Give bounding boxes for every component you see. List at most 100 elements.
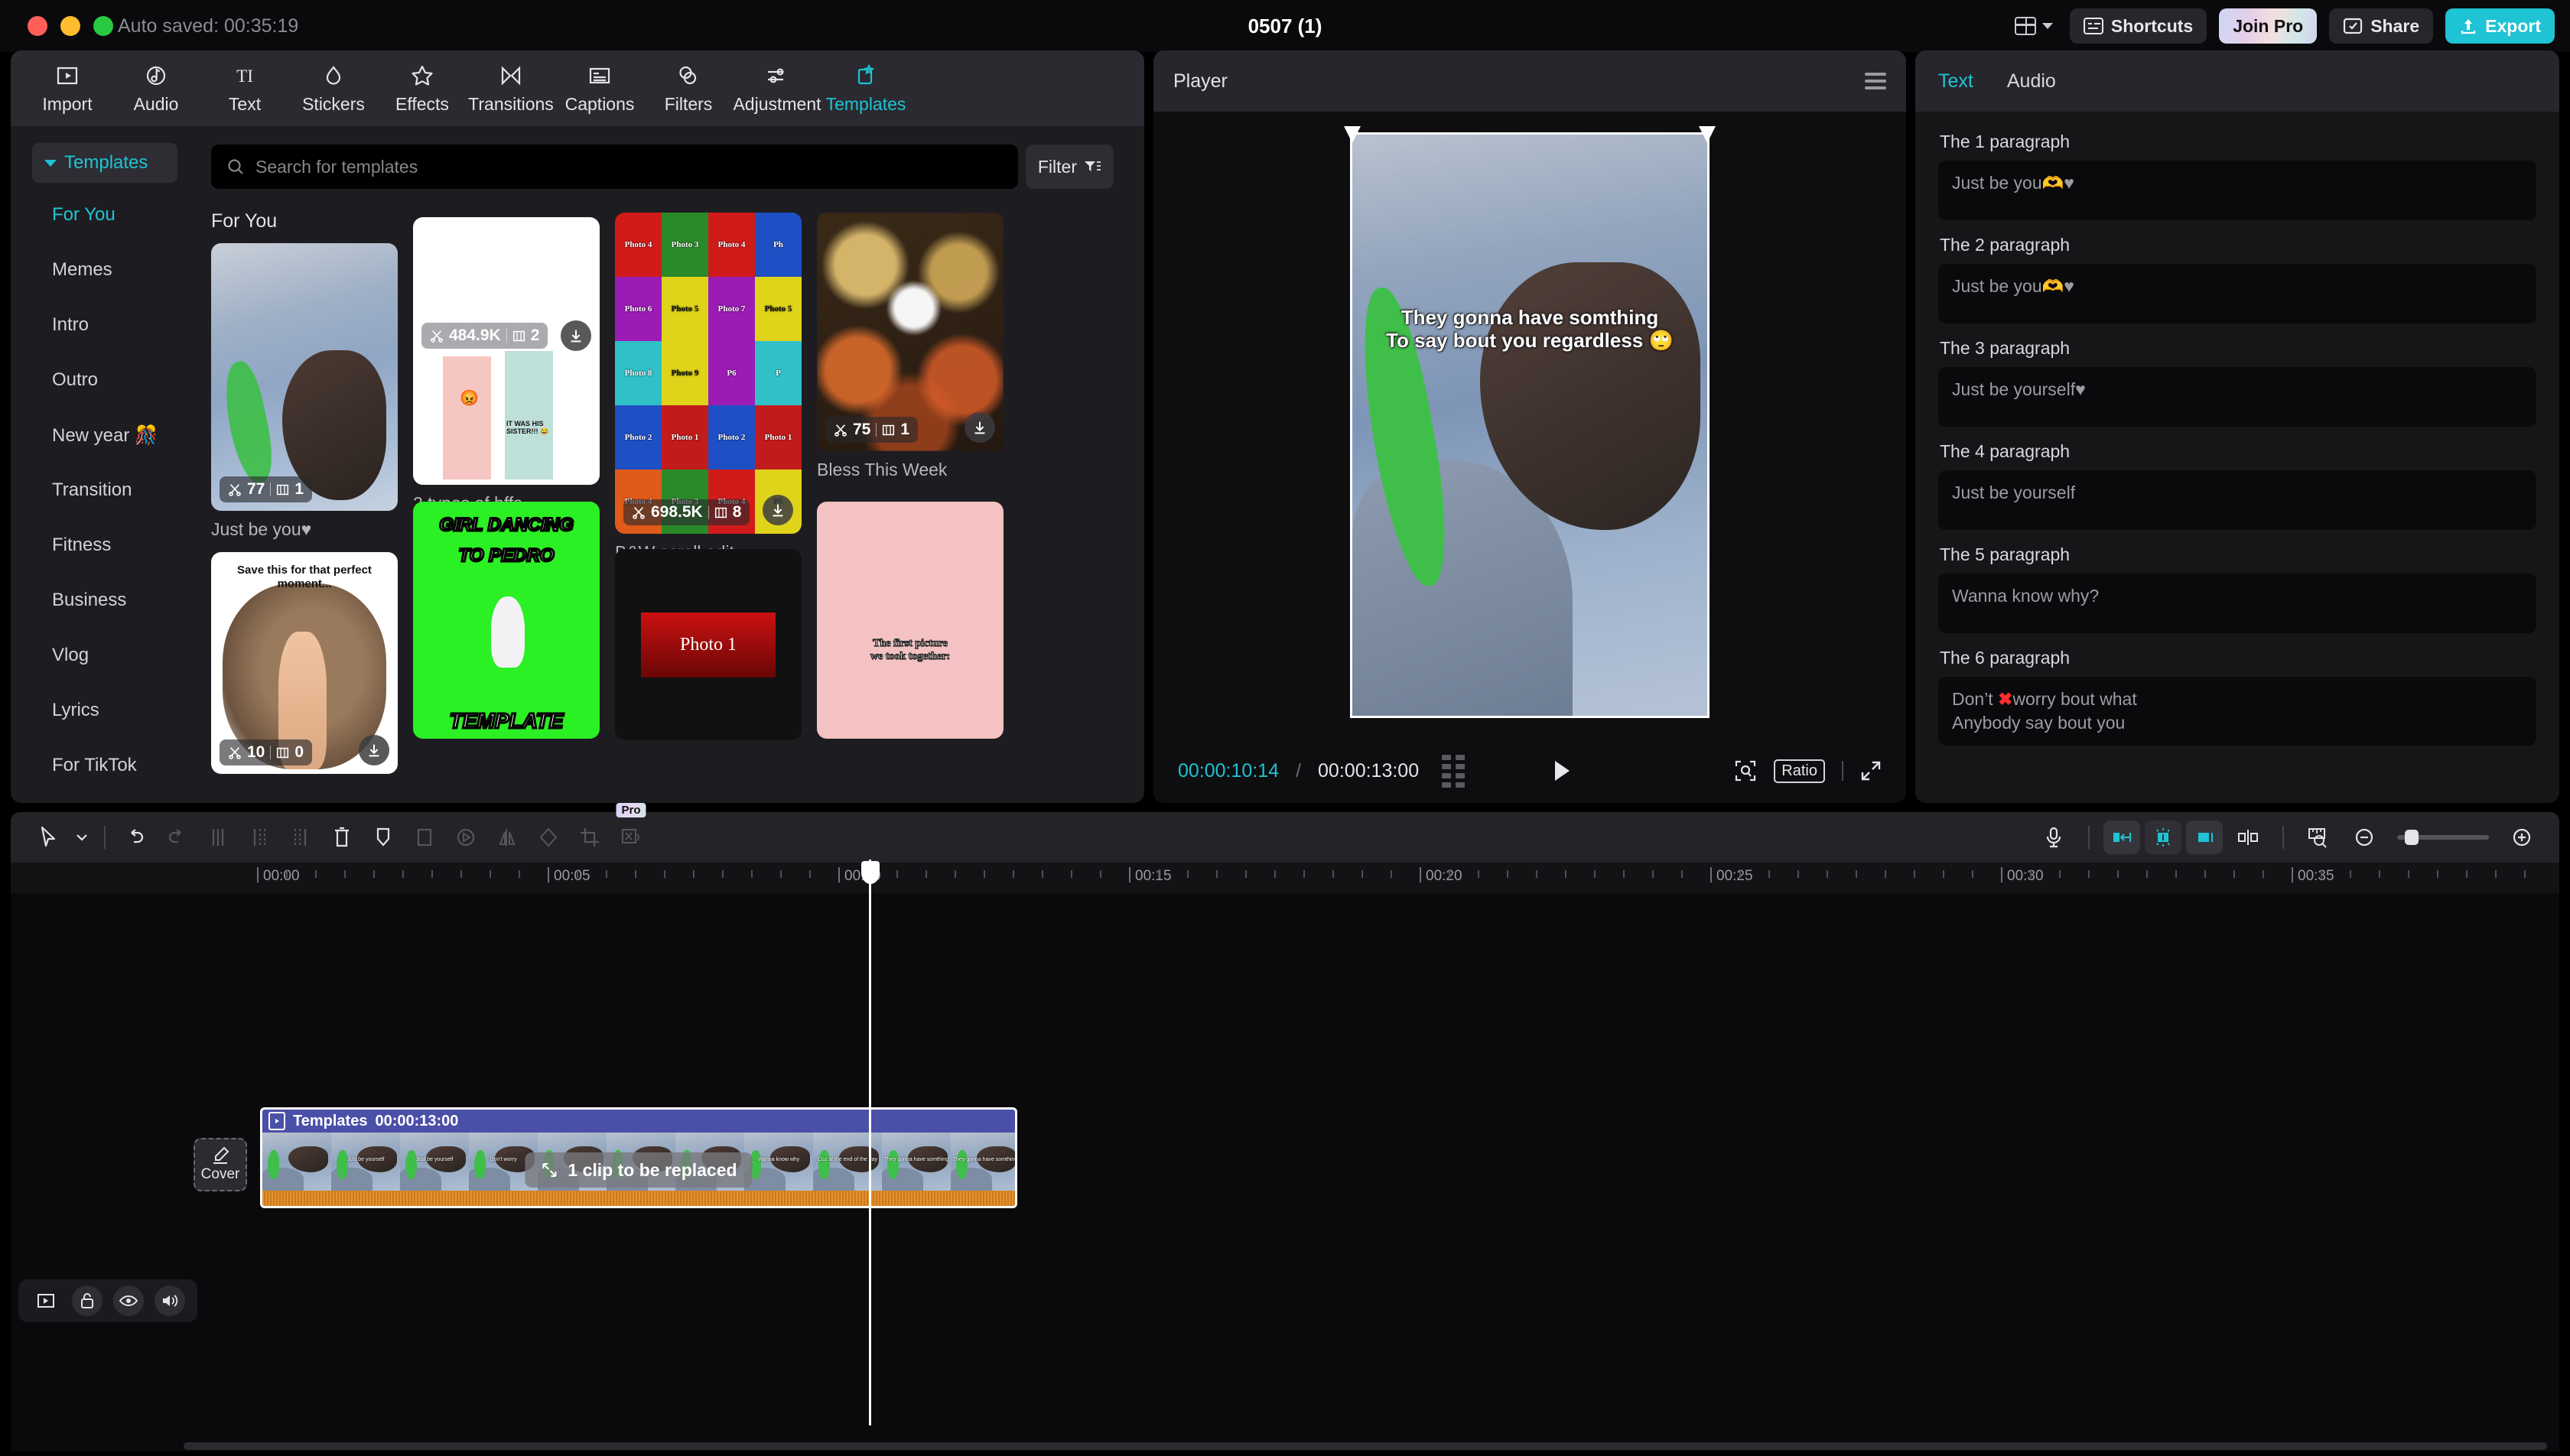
- template-card[interactable]: GIRL DANCING TO PEDRO TEMPLATE: [413, 502, 600, 739]
- tool-text[interactable]: TI Text: [200, 63, 289, 115]
- sidebar-item-business[interactable]: Business: [11, 573, 185, 628]
- template-card[interactable]: Photo 4 Photo 3 Photo 4 Ph Photo 6 Photo 5 Ph…: [615, 213, 802, 563]
- join-pro-button[interactable]: Join Pro: [2219, 8, 2318, 44]
- redo-button[interactable]: [156, 817, 197, 858]
- paragraph-input[interactable]: Just be you🫶♥: [1938, 264, 2536, 323]
- search-input[interactable]: Search for templates: [211, 145, 1018, 189]
- download-button[interactable]: [561, 320, 591, 351]
- timeline-playhead[interactable]: [869, 860, 871, 1425]
- tool-stickers[interactable]: Stickers: [289, 63, 378, 115]
- auto-cut-button[interactable]: Pro: [610, 803, 652, 858]
- tool-captions[interactable]: Captions: [555, 63, 644, 115]
- tab-audio[interactable]: Audio: [2007, 70, 2056, 93]
- download-button[interactable]: [763, 495, 793, 525]
- select-tool-button[interactable]: [28, 817, 69, 858]
- sidebar-item-intro[interactable]: Intro: [11, 297, 185, 353]
- tool-templates[interactable]: Templates: [821, 63, 910, 115]
- track-lock-button[interactable]: [72, 1285, 102, 1316]
- zoom-slider-handle[interactable]: [2405, 830, 2419, 845]
- zoom-out-button[interactable]: [2344, 817, 2385, 858]
- paragraph-input[interactable]: Just be yourself: [1938, 470, 2536, 530]
- sidebar-item-memes[interactable]: Memes: [11, 242, 185, 297]
- download-button[interactable]: [359, 735, 389, 765]
- sidebar-item-for-you[interactable]: For You: [11, 187, 185, 242]
- maximize-window-button[interactable]: [93, 16, 113, 36]
- sidebar-item-lyrics[interactable]: Lyrics: [11, 683, 185, 738]
- template-card[interactable]: 77 1 Just be you♥: [211, 243, 398, 540]
- template-thumbnail[interactable]: GIRL DANCING TO PEDRO TEMPLATE: [413, 502, 600, 739]
- template-thumbnail[interactable]: 77 1: [211, 243, 398, 511]
- timeline-playhead-handle[interactable]: [861, 861, 880, 884]
- paragraph-input[interactable]: Wanna know why?: [1938, 574, 2536, 633]
- tool-adjustment[interactable]: Adjustment: [733, 63, 821, 115]
- mirror-button[interactable]: [486, 817, 528, 858]
- tool-audio[interactable]: Audio: [112, 63, 200, 115]
- tool-filters[interactable]: Filters: [644, 63, 733, 115]
- zoom-fit-button[interactable]: [1734, 759, 1757, 782]
- tool-effects[interactable]: Effects: [378, 63, 467, 115]
- marker-button[interactable]: [363, 817, 404, 858]
- sidebar-item-for-tiktok[interactable]: For TikTok: [11, 738, 185, 793]
- download-button[interactable]: [965, 412, 995, 443]
- tab-text[interactable]: Text: [1938, 70, 1973, 93]
- undo-button[interactable]: [115, 817, 156, 858]
- ratio-button[interactable]: Ratio: [1774, 759, 1825, 783]
- template-card[interactable]: 😡 IT WAS HISSISTER!!! 😂 484.9K 2 2 typ: [413, 217, 600, 514]
- track-mute-button[interactable]: [155, 1285, 185, 1316]
- template-thumbnail[interactable]: 😡 IT WAS HIS SISTER!!! 😂 484.9K 2: [413, 217, 600, 485]
- template-thumbnail[interactable]: 75 1: [817, 213, 1004, 451]
- ruler-zoom-button[interactable]: [2298, 817, 2339, 858]
- template-thumbnail[interactable]: Save this for that perfect moment... 10 …: [211, 552, 398, 774]
- zoom-in-button[interactable]: [2501, 817, 2542, 858]
- sidebar-item-outro[interactable]: Outro: [11, 353, 185, 408]
- fullscreen-button[interactable]: [1860, 760, 1882, 782]
- export-button[interactable]: Export: [2445, 8, 2555, 44]
- snap-right-button[interactable]: [2186, 821, 2223, 854]
- tool-transitions[interactable]: Transitions: [467, 63, 555, 115]
- crop-handle-top-right[interactable]: [1699, 126, 1716, 143]
- split-marker-button[interactable]: [2227, 817, 2269, 858]
- delete-button[interactable]: [321, 817, 363, 858]
- snap-left-button[interactable]: [2103, 821, 2140, 854]
- paragraph-input[interactable]: Just be you🫶♥: [1938, 161, 2536, 220]
- play-button[interactable]: [1550, 759, 1573, 783]
- player-menu-button[interactable]: [1865, 69, 1886, 93]
- template-card[interactable]: 75 1 Bless This Week: [817, 213, 1004, 480]
- template-card[interactable]: Photo 1: [615, 549, 802, 740]
- record-voiceover-button[interactable]: [2033, 817, 2074, 858]
- template-thumbnail[interactable]: Photo 1: [615, 549, 802, 740]
- replace-clip-notice[interactable]: 1 clip to be replaced: [525, 1152, 753, 1188]
- current-timecode[interactable]: 00:00:10:14: [1178, 760, 1279, 782]
- paragraph-input[interactable]: Just be yourself♥: [1938, 367, 2536, 427]
- sidebar-item-transition[interactable]: Transition: [11, 463, 185, 518]
- video-preview[interactable]: They gonna have somthing To say bout you…: [1344, 126, 1716, 718]
- sidebar-item-vlog[interactable]: Vlog: [11, 628, 185, 683]
- select-tool-dropdown[interactable]: [69, 817, 95, 858]
- timeline-clip[interactable]: Templates 00:00:13:00 Just be yourself J…: [260, 1107, 1017, 1208]
- trim-left-button[interactable]: [239, 817, 280, 858]
- close-window-button[interactable]: [28, 16, 47, 36]
- shortcuts-button[interactable]: Shortcuts: [2069, 8, 2207, 44]
- snap-center-button[interactable]: [2145, 821, 2181, 854]
- crop-button[interactable]: [404, 817, 445, 858]
- freeze-frame-button[interactable]: [445, 817, 486, 858]
- filter-button[interactable]: Filter: [1025, 145, 1114, 189]
- sidebar-item-new-year[interactable]: New year 🎊: [11, 408, 185, 463]
- timecode-format-icon[interactable]: [1442, 754, 1466, 788]
- tool-import[interactable]: Import: [23, 63, 112, 115]
- trim-right-button[interactable]: [280, 817, 321, 858]
- template-thumbnail[interactable]: The first picture we took together:: [817, 502, 1004, 739]
- layout-switcher-button[interactable]: [2010, 17, 2058, 35]
- track-visibility-button[interactable]: [113, 1285, 144, 1316]
- crop-handle-top-left[interactable]: [1344, 126, 1361, 143]
- template-card[interactable]: The first picture we took together:: [817, 502, 1004, 739]
- rotate-button[interactable]: [528, 817, 569, 858]
- timeline-horizontal-scrollbar[interactable]: [184, 1442, 2547, 1450]
- paragraph-input[interactable]: Don’t ✖worry bout what Anybody say bout …: [1938, 677, 2536, 746]
- category-header-templates[interactable]: Templates: [32, 143, 177, 183]
- share-button[interactable]: Share: [2329, 8, 2434, 44]
- zoom-slider[interactable]: [2397, 830, 2489, 845]
- template-card[interactable]: Save this for that perfect moment... 10 …: [211, 552, 398, 774]
- split-button[interactable]: [197, 817, 239, 858]
- template-thumbnail[interactable]: Photo 4 Photo 3 Photo 4 Ph Photo 6 Photo 5 Ph…: [615, 213, 802, 534]
